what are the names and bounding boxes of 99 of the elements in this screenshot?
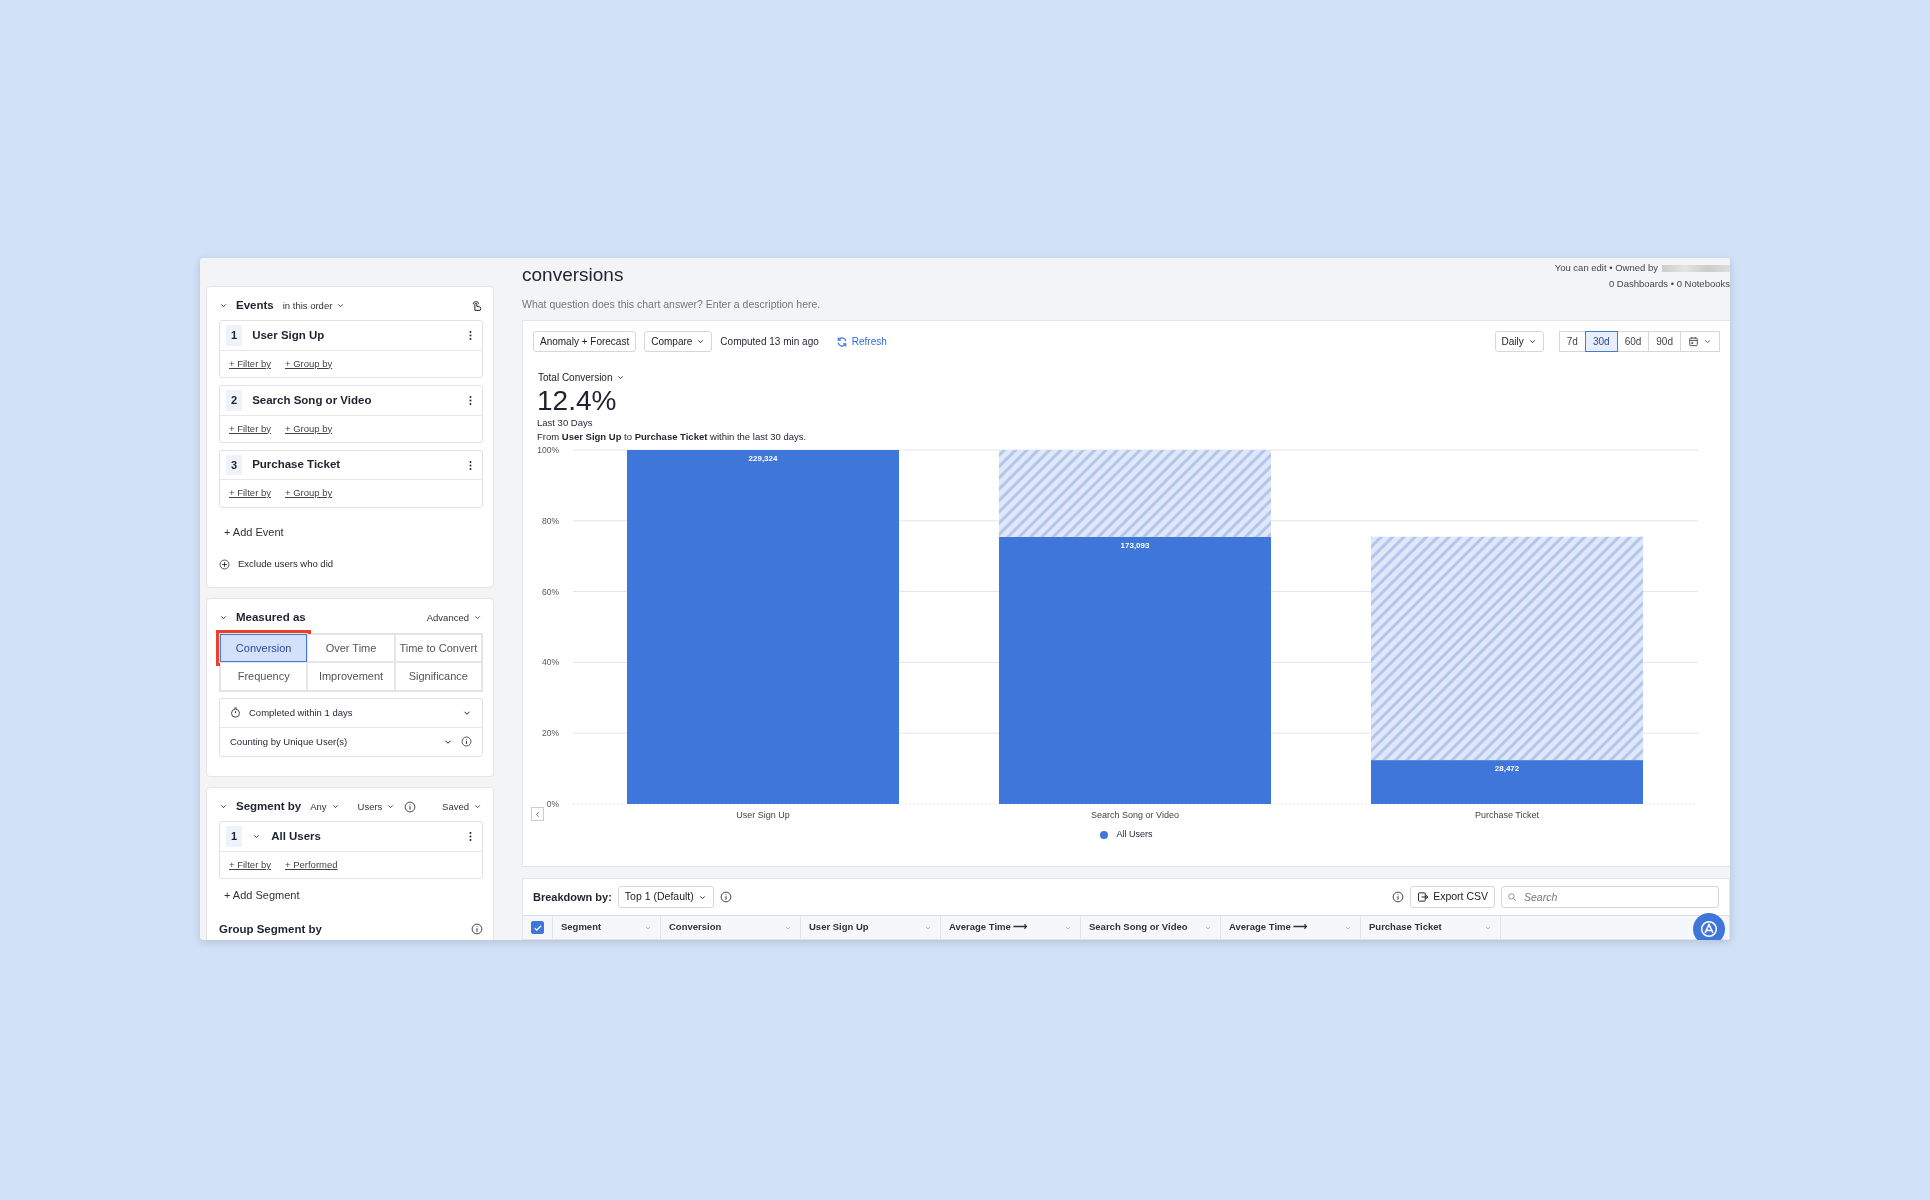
value-label: 28,472 (1494, 764, 1520, 774)
panel-title: Segment by (236, 799, 302, 814)
range-tab[interactable]: 30d (1584, 331, 1618, 352)
legend-label: All Users (1116, 828, 1153, 842)
chevron-left-icon (533, 809, 542, 819)
measure-option[interactable]: Significance (394, 662, 482, 691)
measure-option[interactable]: Time to Convert (394, 633, 482, 662)
export-csv-button[interactable]: Export CSV (1410, 886, 1495, 908)
advanced-dropdown[interactable]: Advanced (425, 609, 483, 626)
event-name[interactable]: Purchase Ticket (252, 456, 455, 474)
ownership-text: You can edit • Owned by (1554, 261, 1658, 275)
chevron-down-icon (1703, 337, 1712, 346)
step-number: 3 (226, 454, 243, 476)
panel-title: Measured as (236, 610, 306, 626)
info-icon (471, 923, 483, 936)
event-name[interactable]: Search Song or Video (252, 391, 455, 409)
anomaly-forecast-button[interactable]: Anomaly + Forecast (533, 331, 637, 352)
axis-label: 0% (546, 799, 559, 810)
info-icon (404, 800, 417, 813)
add-segment-link[interactable]: + Add Segment (223, 886, 301, 905)
any-dropdown[interactable]: Any (309, 798, 341, 815)
chevron-down-icon (696, 337, 706, 346)
filter-link[interactable]: + Filter by (229, 857, 271, 872)
measure-option[interactable]: Frequency (220, 662, 308, 691)
period-label: Last 30 Days (537, 415, 594, 430)
summary-sentence: From User Sign Up to Purchase Ticket within the last 30 days. (537, 429, 808, 444)
refresh-icon (835, 335, 848, 348)
hand-pointer-icon (470, 299, 483, 313)
collapse-button[interactable] (531, 807, 544, 822)
breakdown-label: Breakdown by: (533, 889, 612, 905)
measure-option[interactable]: Over Time (307, 633, 395, 662)
select-all-checkbox[interactable] (531, 921, 544, 934)
value-label: 173,093 (1120, 540, 1150, 550)
step-number: 2 (226, 390, 243, 411)
step-number: 1 (226, 325, 243, 346)
conversion-value: 12.4% (537, 385, 618, 416)
axis-label: 80% (542, 515, 559, 526)
counting-method[interactable]: Counting by Unique User(s) (230, 734, 435, 749)
section-title: Group Segment by (219, 921, 323, 937)
column-header[interactable]: Purchase Ticket (1361, 916, 1501, 939)
date-picker-button[interactable] (1680, 331, 1720, 352)
stopwatch-icon (230, 707, 241, 719)
breakdown-dropdown[interactable]: Top 1 (Default) (617, 886, 714, 908)
completion-window[interactable]: Completed within 1 days (249, 705, 454, 720)
axis-label: 60% (542, 586, 559, 597)
assistant-button[interactable] (1693, 913, 1725, 940)
category-label: Search Song or Video (1091, 810, 1179, 821)
axis-label: 20% (542, 728, 559, 739)
description-field[interactable]: What question does this chart answer? Enter a description here. (522, 296, 942, 313)
category-label: User Sign Up (736, 810, 790, 821)
chart-title: conversions (522, 263, 625, 287)
column-header[interactable]: User Sign Up (801, 916, 941, 939)
column-header[interactable]: Conversion (661, 916, 801, 939)
group-link[interactable]: + Group by (285, 421, 333, 436)
saved-dropdown[interactable]: Saved (441, 798, 483, 815)
metric-dropdown[interactable]: Total Conversion (537, 368, 627, 386)
computed-time: Computed 13 min ago (720, 335, 819, 349)
export-icon (1417, 891, 1430, 903)
order-dropdown[interactable]: in this order (281, 297, 347, 314)
exclude-link[interactable]: Exclude users who did (238, 557, 334, 572)
info-icon (1392, 891, 1405, 903)
axis-label: 100% (537, 445, 559, 456)
range-tab[interactable]: 7d (1558, 331, 1586, 352)
users-dropdown[interactable]: Users (356, 798, 397, 815)
logo-icon (1700, 920, 1718, 938)
segment-name[interactable]: All Users (271, 827, 455, 846)
group-link[interactable]: + Group by (285, 486, 333, 501)
value-label: 229,324 (748, 454, 778, 464)
info-icon (719, 891, 732, 903)
axis-label: 40% (542, 657, 559, 668)
segment-number: 1 (226, 826, 243, 847)
dropoff-bar[interactable] (999, 450, 1271, 537)
event-name[interactable]: User Sign Up (252, 326, 455, 345)
compare-dropdown[interactable]: Compare (644, 331, 713, 352)
add-circle-icon (219, 558, 230, 570)
interval-dropdown[interactable]: Daily (1494, 331, 1544, 352)
info-icon (461, 736, 472, 748)
expand-chevron-icon (252, 832, 262, 841)
column-header[interactable]: Search Song or Video (1081, 916, 1221, 939)
filter-link[interactable]: + Filter by (229, 486, 271, 501)
group-link[interactable]: + Group by (285, 356, 333, 371)
add-event-link[interactable]: + Add Event (223, 522, 285, 541)
column-header[interactable]: Average Time ⟶ (941, 916, 1081, 939)
redacted-name (1662, 264, 1730, 272)
calendar-icon (1688, 336, 1699, 347)
panel-title: Events (236, 298, 274, 313)
refresh-button[interactable]: Refresh (834, 333, 888, 350)
filter-link[interactable]: + Filter by (229, 421, 271, 436)
chevron-down-icon (1527, 337, 1537, 346)
filter-link[interactable]: + Filter by (229, 356, 271, 371)
bar[interactable] (1371, 760, 1643, 805)
search-field[interactable]: Search (1501, 886, 1719, 908)
performed-link[interactable]: + Performed (285, 857, 338, 872)
links-summary: 0 Dashboards • 0 Notebooks (1607, 277, 1730, 291)
measure-option[interactable]: Improvement (307, 662, 395, 691)
column-header[interactable]: Segment (553, 916, 661, 939)
range-tab[interactable]: 90d (1648, 331, 1681, 352)
category-label: Purchase Ticket (1475, 810, 1539, 821)
column-header[interactable]: Average Time ⟶ (1221, 916, 1361, 939)
